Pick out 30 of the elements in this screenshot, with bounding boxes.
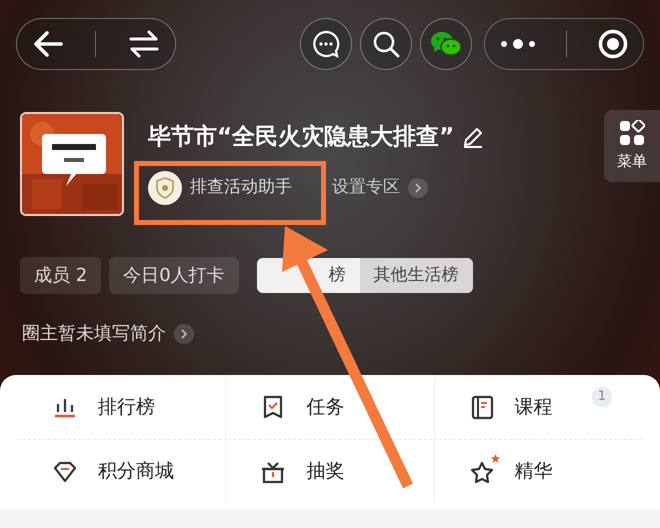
stat-chip: 今日0人打卡 — [109, 257, 239, 294]
count-badge: 1 — [592, 387, 612, 406]
chevron-icon — [180, 328, 188, 340]
intro-text[interactable]: 圈主暂未填写简介 — [22, 320, 166, 347]
back-icon[interactable] — [33, 31, 64, 57]
stat-chip: 成员 2 — [20, 257, 102, 294]
search-icon — [372, 30, 400, 58]
side-menu-button[interactable]: 菜单 — [604, 110, 660, 182]
chat-icon — [312, 30, 340, 58]
share-button[interactable] — [420, 18, 472, 70]
feature-item[interactable]: 抽奖 — [225, 440, 434, 503]
switch-icon[interactable] — [128, 30, 159, 58]
ranking-tab[interactable]: 榜 — [324, 258, 360, 294]
shield-icon — [156, 176, 174, 198]
grid-icon — [619, 120, 645, 146]
assistant-name[interactable]: 排查活动助手 — [190, 174, 292, 200]
feature-item[interactable]: 积分商城 — [18, 440, 226, 503]
feature-item[interactable]: 课程 1 — [434, 375, 642, 439]
feature-item[interactable]: 排行榜 — [18, 375, 226, 439]
chevron-icon — [414, 182, 422, 194]
edit-icon[interactable] — [462, 126, 484, 148]
chat-bubbles-icon — [430, 30, 462, 58]
settings-link[interactable]: 设置专区 — [332, 174, 400, 200]
feature-item[interactable]: 任务 — [225, 375, 434, 439]
chat-button[interactable] — [300, 18, 352, 70]
more-icon[interactable] — [500, 38, 536, 50]
feature-item[interactable]: 精华 — [434, 440, 642, 503]
search-button[interactable] — [360, 18, 412, 70]
group-title: 毕节市“全民火灾隐患大排查” — [148, 123, 454, 152]
close-icon[interactable] — [598, 29, 628, 59]
